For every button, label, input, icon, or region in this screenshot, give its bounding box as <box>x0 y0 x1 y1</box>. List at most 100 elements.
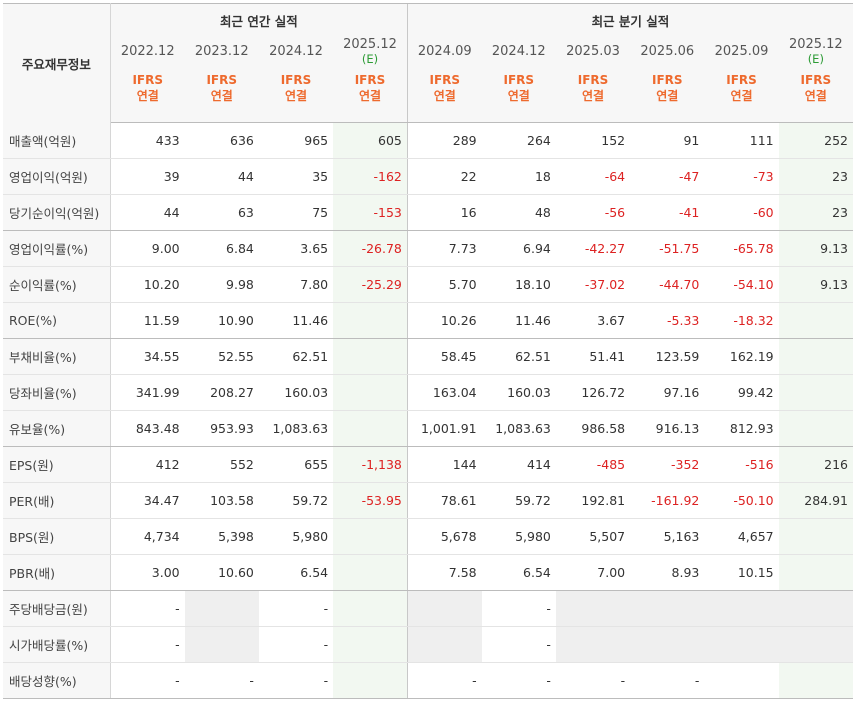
value-cell: 4,657 <box>704 518 779 555</box>
value-cell: 289 <box>406 122 482 159</box>
basis-ifrs: IFRS <box>800 73 832 87</box>
value-cell: 123.59 <box>630 338 705 375</box>
value-cell: -44.70 <box>630 266 705 303</box>
value-cell: 6.54 <box>481 554 556 591</box>
row-label: ROE(%) <box>3 302 111 339</box>
value-cell <box>406 626 482 663</box>
value-cell <box>778 554 853 591</box>
value-cell: -42.27 <box>555 230 631 267</box>
value-cell: - <box>481 626 556 663</box>
table-row: 순이익률(%) 10.20 9.98 7.80 -25.29 5.70 18.10 -37.0… <box>3 266 853 303</box>
period-label: 2022.12 <box>120 44 175 59</box>
value-cell: 126.72 <box>555 374 631 411</box>
basis-header: IFRS 연결 <box>704 67 779 123</box>
basis-header: IFRS 연결 <box>333 67 408 123</box>
value-cell: -53.95 <box>333 482 408 519</box>
value-cell: -37.02 <box>555 266 631 303</box>
value-cell: -65.78 <box>704 230 779 267</box>
basis-header: IFRS 연결 <box>258 67 334 123</box>
basis-header: IFRS 연결 <box>184 67 259 123</box>
value-cell: - <box>258 662 334 699</box>
row-label: 당기순이익(억원) <box>3 194 111 231</box>
value-cell: 812.93 <box>704 410 779 447</box>
value-cell <box>778 626 853 663</box>
value-cell: 5,980 <box>481 518 556 555</box>
value-cell: 10.26 <box>406 302 482 339</box>
value-cell: 655 <box>258 446 334 483</box>
value-cell: 192.81 <box>555 482 631 519</box>
value-cell <box>704 590 779 627</box>
value-cell: 59.72 <box>258 482 334 519</box>
period-header: 2025.09 <box>704 37 779 67</box>
value-cell: - <box>258 590 334 627</box>
basis-header: IFRS 연결 <box>481 67 556 123</box>
value-cell: -485 <box>555 446 631 483</box>
value-cell: 10.20 <box>110 266 185 303</box>
value-cell <box>630 626 705 663</box>
value-cell <box>333 302 408 339</box>
value-cell: -47 <box>630 158 705 195</box>
value-cell <box>778 302 853 339</box>
row-label: BPS(원) <box>3 518 111 555</box>
value-cell <box>333 662 408 699</box>
value-cell: 6.94 <box>481 230 556 267</box>
row-label: 순이익률(%) <box>3 266 111 303</box>
value-cell: 22 <box>406 158 482 195</box>
period-label: 2024.09 <box>417 44 472 59</box>
period-label: 2025.06 <box>640 44 695 59</box>
period-label: 2025.12 <box>343 37 397 52</box>
value-cell: 5,163 <box>630 518 705 555</box>
value-cell: 11.46 <box>481 302 556 339</box>
value-cell <box>778 338 853 375</box>
value-cell: 99.42 <box>704 374 779 411</box>
value-cell: 103.58 <box>184 482 259 519</box>
value-cell: 9.98 <box>184 266 259 303</box>
value-cell: -153 <box>333 194 408 231</box>
estimate-mark: (E) <box>361 52 379 66</box>
value-cell <box>704 662 779 699</box>
value-cell <box>704 626 779 663</box>
value-cell: - <box>110 662 185 699</box>
value-cell: 75 <box>258 194 334 231</box>
estimate-mark: (E) <box>807 52 824 66</box>
value-cell: 636 <box>184 122 259 159</box>
value-cell: -18.32 <box>704 302 779 339</box>
basis-consolidated: 연결 <box>581 89 605 103</box>
table-row: 당기순이익(억원) 44 63 75 -153 16 48 -56 -41 -60 23 <box>3 194 853 231</box>
table-row: BPS(원) 4,734 5,398 5,980 5,678 5,980 5,507 5,16… <box>3 518 853 555</box>
value-cell: -162 <box>333 158 408 195</box>
basis-consolidated: 연결 <box>507 89 530 103</box>
period-label: 2025.09 <box>714 44 769 59</box>
basis-consolidated: 연결 <box>210 89 233 103</box>
value-cell <box>333 410 408 447</box>
table-row: PER(배) 34.47 103.58 59.72 -53.95 78.61 59.72 19… <box>3 482 853 519</box>
value-cell: - <box>406 662 482 699</box>
value-cell: 414 <box>481 446 556 483</box>
basis-consolidated: 연결 <box>284 89 308 103</box>
value-cell: -56 <box>555 194 631 231</box>
value-cell: 10.90 <box>184 302 259 339</box>
value-cell: - <box>258 626 334 663</box>
value-cell <box>333 518 408 555</box>
value-cell: 9.13 <box>778 266 853 303</box>
value-cell: -60 <box>704 194 779 231</box>
period-label: 2024.12 <box>491 44 546 59</box>
period-label: 2023.12 <box>194 44 249 59</box>
value-cell: 264 <box>481 122 556 159</box>
value-cell: -41 <box>630 194 705 231</box>
value-cell: 11.46 <box>258 302 334 339</box>
basis-ifrs: IFRS <box>132 73 163 87</box>
value-cell: 7.80 <box>258 266 334 303</box>
value-cell <box>333 626 408 663</box>
value-cell: 3.00 <box>110 554 185 591</box>
table-row: 매출액(억원) 433 636 965 605 289 264 152 91 111 252 <box>3 122 853 159</box>
value-cell: -73 <box>704 158 779 195</box>
basis-consolidated: 연결 <box>656 89 679 103</box>
value-cell: 52.55 <box>184 338 259 375</box>
value-cell: 62.51 <box>481 338 556 375</box>
value-cell: 23 <box>778 194 853 231</box>
row-label: 영업이익(억원) <box>3 158 111 195</box>
value-cell: 163.04 <box>406 374 482 411</box>
value-cell: -1,138 <box>333 446 408 483</box>
value-cell: 78.61 <box>406 482 482 519</box>
